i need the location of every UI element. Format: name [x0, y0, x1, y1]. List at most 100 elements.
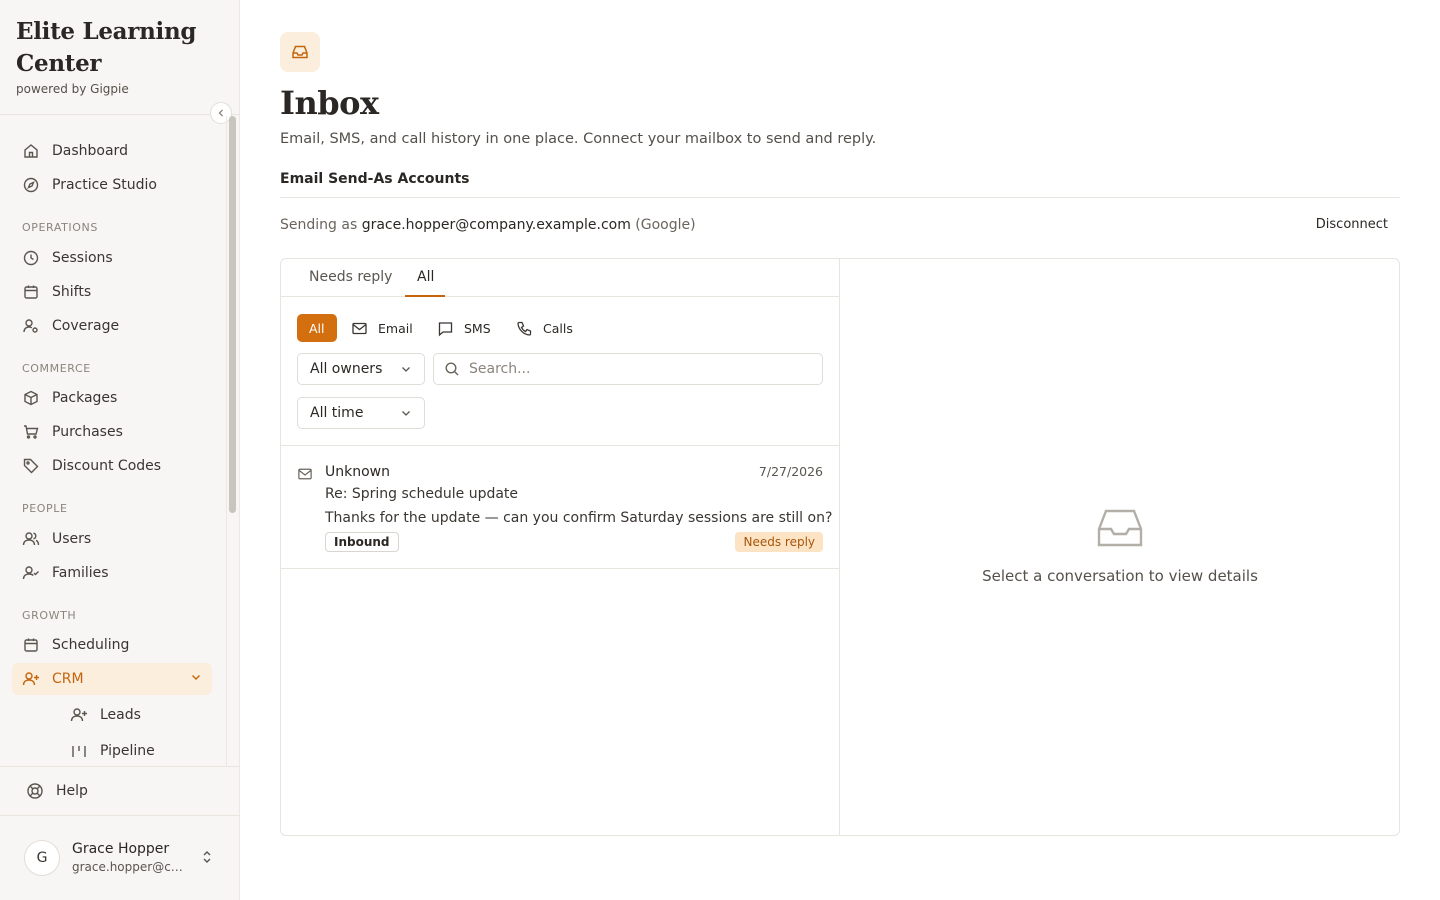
- sidebar-item-label: Packages: [52, 390, 118, 406]
- mail-icon: [351, 320, 368, 337]
- channel-filter-sms[interactable]: SMS: [437, 314, 491, 342]
- sidebar-item-discount-codes[interactable]: Discount Codes: [12, 450, 212, 482]
- user-check-icon: [22, 564, 40, 582]
- mail-icon: [297, 466, 313, 482]
- tab-needs-reply[interactable]: Needs reply: [309, 269, 392, 285]
- compass-icon: [22, 176, 40, 194]
- sidebar-item-label: CRM: [52, 671, 84, 687]
- sidebar-item-coverage[interactable]: Coverage: [12, 310, 212, 342]
- owner-filter-value: All owners: [310, 361, 383, 377]
- sending-email: grace.hopper@company.example.com: [361, 217, 631, 233]
- conversation-list-pane: Needs reply All All Email SMS Calls All …: [281, 259, 840, 835]
- conversation-subject: Re: Spring schedule update: [325, 486, 519, 502]
- sidebar-item-label: Coverage: [52, 318, 120, 334]
- status-badge: Needs reply: [735, 532, 823, 552]
- user-gear-icon: [22, 317, 40, 335]
- conversation-from: Unknown: [325, 464, 390, 480]
- owner-filter-select[interactable]: All owners: [297, 353, 425, 385]
- tag-icon: [22, 457, 40, 475]
- sidebar-nav: Dashboard Practice Studio OPERATIONS Ses…: [0, 120, 228, 766]
- active-tab-indicator: [405, 295, 445, 297]
- sending-prefix: Sending as: [280, 217, 358, 233]
- sidebar-item-crm[interactable]: CRM: [12, 663, 212, 695]
- user-menu[interactable]: G Grace Hopper grace.hopper@company.exam…: [24, 840, 224, 876]
- sending-as: Sending as grace.hopper@company.example.…: [280, 217, 696, 233]
- section-commerce: COMMERCE: [22, 362, 91, 375]
- page-description: Email, SMS, and call history in one plac…: [280, 131, 877, 147]
- channel-label: Calls: [543, 320, 573, 336]
- sidebar-item-help[interactable]: Help: [16, 776, 88, 806]
- chevron-down-icon: [190, 671, 202, 687]
- sidebar-item-families[interactable]: Families: [12, 557, 212, 589]
- help-label: Help: [56, 783, 88, 799]
- sidebar-item-label: Dashboard: [52, 143, 128, 159]
- section-operations: OPERATIONS: [22, 221, 98, 234]
- time-filter-value: All time: [310, 405, 364, 421]
- channel-label: SMS: [464, 320, 491, 336]
- sidebar-item-packages[interactable]: Packages: [12, 382, 212, 414]
- search-placeholder: Search...: [469, 361, 531, 377]
- inbox-icon: [1096, 507, 1144, 549]
- user-plus-icon: [22, 670, 40, 688]
- chevron-left-icon: [218, 109, 223, 117]
- sidebar-item-users[interactable]: Users: [12, 523, 212, 555]
- package-icon: [22, 389, 40, 407]
- sidebar-item-sessions[interactable]: Sessions: [12, 242, 212, 274]
- chevron-down-icon: [400, 407, 412, 423]
- users-icon: [22, 530, 40, 548]
- sidebar-item-label: Discount Codes: [52, 458, 162, 474]
- section-title: Email Send-As Accounts: [280, 171, 470, 187]
- user-name: Grace Hopper: [72, 841, 170, 857]
- sidebar-item-dashboard[interactable]: Dashboard: [12, 135, 212, 167]
- channel-filter-calls[interactable]: Calls: [516, 314, 573, 342]
- avatar: G: [24, 840, 60, 876]
- search-input[interactable]: Search...: [433, 353, 823, 385]
- tab-all[interactable]: All: [417, 269, 434, 285]
- brand-title: Elite Learning Center: [16, 18, 197, 77]
- section-people: PEOPLE: [22, 502, 68, 515]
- disconnect-button[interactable]: Disconnect: [1316, 217, 1388, 232]
- section-divider: [280, 197, 1400, 198]
- channel-label: Email: [378, 320, 413, 336]
- channel-filter-email[interactable]: Email: [351, 314, 413, 342]
- chevrons-up-down-icon[interactable]: [200, 849, 214, 869]
- direction-badge: Inbound: [325, 532, 399, 552]
- sidebar-item-label: Families: [52, 565, 109, 581]
- user-email: grace.hopper@company.example.com: [72, 860, 184, 874]
- inbox-tabs: Needs reply All: [281, 259, 839, 297]
- sidebar-item-label: Scheduling: [52, 637, 130, 653]
- sidebar-divider: [0, 815, 240, 816]
- chevron-down-icon: [400, 363, 412, 379]
- page-title: Inbox: [280, 84, 379, 122]
- sidebar-item-pipeline[interactable]: Pipeline: [60, 735, 212, 766]
- sidebar-item-scheduling[interactable]: Scheduling: [12, 629, 212, 661]
- phone-icon: [516, 320, 533, 337]
- cart-icon: [22, 423, 40, 441]
- channel-filter-all[interactable]: All: [297, 314, 337, 342]
- sending-provider: (Google): [635, 217, 696, 233]
- sidebar-item-shifts[interactable]: Shifts: [12, 276, 212, 308]
- sidebar-scrollbar[interactable]: [229, 116, 236, 513]
- time-filter-select[interactable]: All time: [297, 397, 425, 429]
- sidebar-item-label: Pipeline: [100, 743, 155, 759]
- conversation-item[interactable]: Unknown 7/27/2026 Re: Spring schedule up…: [281, 446, 839, 569]
- sidebar-item-label: Practice Studio: [52, 177, 157, 193]
- sidebar-item-label: Leads: [100, 707, 141, 723]
- inbox-panel: Needs reply All All Email SMS Calls All …: [280, 258, 1400, 836]
- section-growth: GROWTH: [22, 609, 77, 622]
- search-icon: [444, 361, 460, 377]
- lifebuoy-icon: [26, 782, 44, 800]
- user-plus-icon: [70, 706, 88, 724]
- home-icon: [22, 142, 40, 160]
- conversation-date: 7/27/2026: [758, 464, 823, 479]
- calendar-icon: [22, 636, 40, 654]
- sidebar-divider: [0, 766, 240, 767]
- chat-icon: [437, 320, 454, 337]
- calendar-icon: [22, 283, 40, 301]
- sidebar-item-leads[interactable]: Leads: [60, 699, 212, 731]
- sidebar-item-purchases[interactable]: Purchases: [12, 416, 212, 448]
- conversation-preview: Thanks for the update — can you confirm …: [325, 510, 833, 526]
- conversation-detail-pane: Select a conversation to view details: [841, 259, 1399, 835]
- sidebar: Elite Learning Center powered by Gigpie …: [0, 0, 240, 900]
- sidebar-item-practice-studio[interactable]: Practice Studio: [12, 169, 212, 201]
